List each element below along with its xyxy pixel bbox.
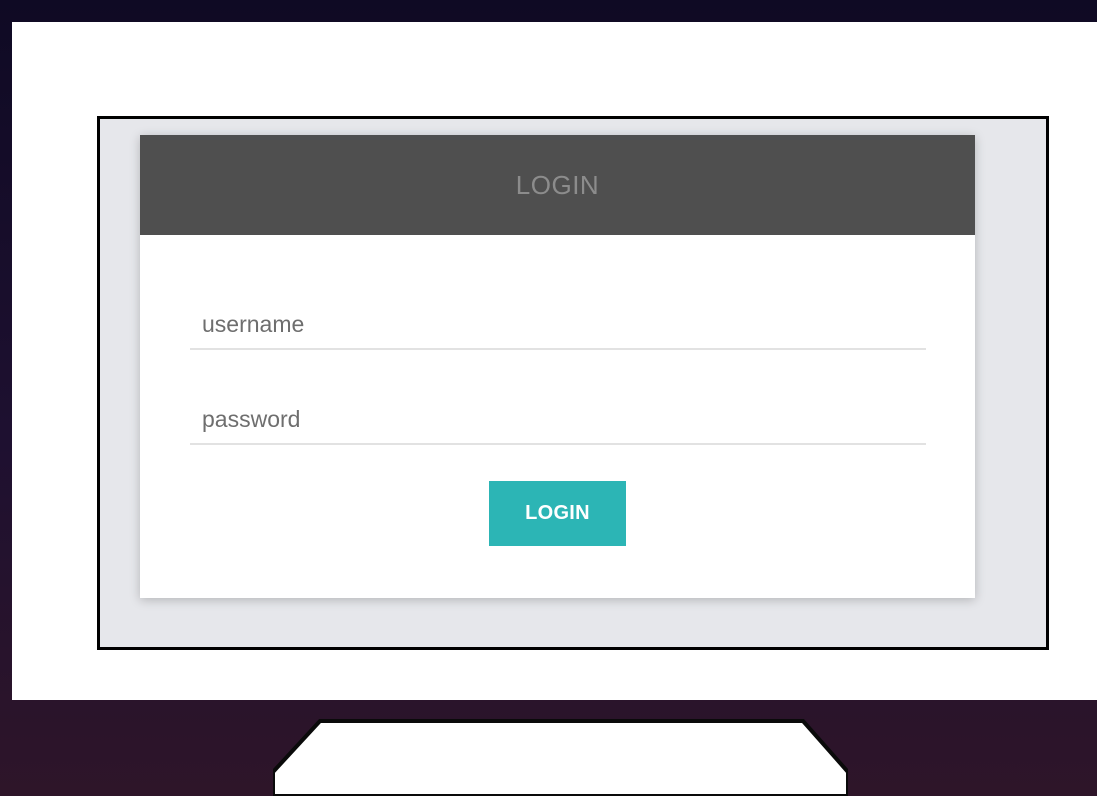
login-card: LOGIN LOGIN	[140, 135, 975, 598]
login-title: LOGIN	[515, 169, 600, 200]
username-input[interactable]	[190, 300, 926, 350]
login-card-header: LOGIN	[140, 135, 975, 235]
login-button[interactable]: LOGIN	[489, 481, 626, 546]
password-input[interactable]	[190, 395, 926, 445]
monitor-stand	[273, 719, 848, 796]
